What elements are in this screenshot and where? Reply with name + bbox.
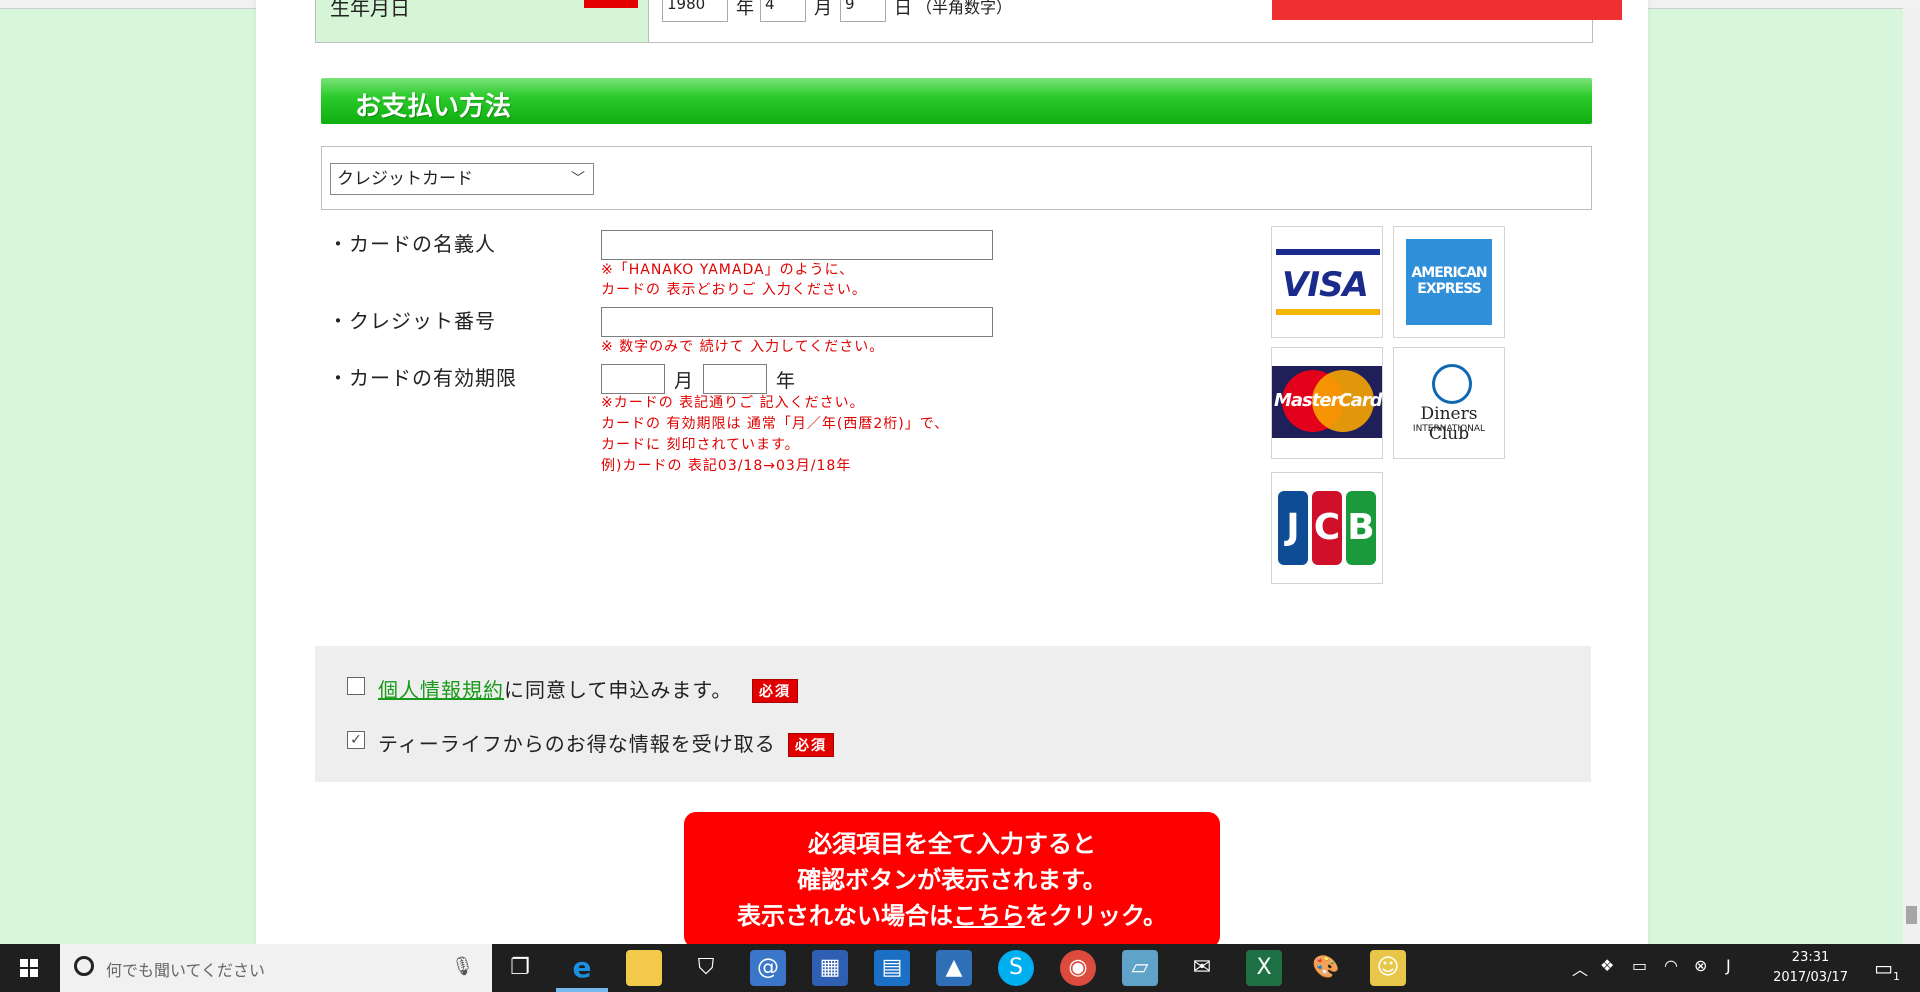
calculator-icon[interactable]: ▦ — [812, 950, 848, 986]
payment-method-value: クレジットカード — [337, 169, 473, 189]
scrollbar-thumb[interactable] — [1906, 906, 1917, 924]
start-button[interactable] — [0, 944, 60, 992]
expiry-hint-4: 例)カードの 表記03/18→03月/18年 — [601, 458, 852, 474]
payment-section-header: お支払い方法 — [321, 78, 1592, 124]
page-content — [256, 0, 1648, 944]
privacy-policy-link[interactable]: 個人情報規約 — [378, 678, 504, 702]
chrome-icon[interactable]: ◉ — [1060, 950, 1096, 986]
birth-year-input[interactable]: 1980 — [662, 0, 728, 22]
expiry-year-input[interactable] — [703, 364, 767, 394]
notification-center-icon[interactable]: ▭1 — [1874, 956, 1900, 983]
wifi-icon[interactable]: ◠ — [1664, 956, 1678, 975]
privacy-agree-checkbox[interactable] — [347, 677, 365, 695]
birth-day-unit: 日 — [894, 0, 912, 19]
chevron-down-icon: ﹀ — [571, 171, 585, 187]
store-icon[interactable]: ⛉ — [688, 950, 724, 986]
expiry-month-input[interactable] — [601, 364, 665, 394]
expiry-hint-2: カードの 有効期限は 通常「月／年(西暦2桁)」で、 — [601, 416, 950, 432]
photos-app-icon[interactable]: ▲ — [936, 950, 972, 986]
taskbar-search[interactable]: 何でも聞いてください 🎙 — [60, 944, 492, 992]
agreement-panel — [315, 646, 1591, 782]
dropbox-icon[interactable]: ❖ — [1600, 956, 1614, 975]
expiry-year-unit: 年 — [776, 370, 796, 392]
jcb-logo: J C B — [1271, 472, 1383, 584]
submit-notice-line-2: 確認ボタンが表示されます。 — [797, 866, 1107, 894]
submit-notice-line-1: 必須項目を全て入力すると — [808, 830, 1096, 858]
news-app-icon[interactable]: ▤ — [874, 950, 910, 986]
excel-icon[interactable]: X — [1246, 950, 1282, 986]
tray-overflow-icon[interactable]: ︿ — [1572, 956, 1588, 980]
microphone-icon[interactable]: 🎙 — [451, 956, 474, 977]
card-expiry-label: ・カードの有効期限 — [328, 366, 517, 390]
mastercard-logo: MasterCard — [1271, 347, 1383, 459]
file-explorer-icon[interactable] — [626, 950, 662, 986]
privacy-agree-text: 個人情報規約に同意して申込みます。 — [378, 678, 733, 702]
newsletter-text: ティーライフからのお得な情報を受け取る — [378, 732, 776, 756]
mail-app-icon[interactable]: @ — [750, 950, 786, 986]
ime-icon[interactable]: J — [1726, 956, 1731, 975]
diners-club-logo: Diners Club INTERNATIONAL — [1393, 347, 1505, 459]
payment-section-title: お支払い方法 — [355, 92, 512, 122]
clock-date: 2017/03/17 — [1773, 970, 1848, 985]
birth-day-select[interactable]: 9 — [840, 0, 886, 22]
required-badge-partial — [584, 0, 638, 8]
notification-count: 1 — [1893, 970, 1900, 983]
skype-icon[interactable]: S — [998, 950, 1034, 986]
taskbar-search-placeholder: 何でも聞いてください — [106, 961, 266, 980]
card-number-label: ・クレジット番号 — [328, 309, 496, 333]
amex-logo: AMERICAN EXPRESS — [1393, 226, 1505, 338]
birth-year-unit: 年 — [736, 0, 754, 19]
payment-method-box: クレジットカード ﹀ — [321, 146, 1592, 210]
red-banner-partial — [1272, 0, 1622, 20]
payment-method-select[interactable]: クレジットカード ﹀ — [330, 163, 594, 195]
click-here-link[interactable]: こちら — [953, 902, 1025, 930]
notes-app-icon[interactable]: ▱ — [1122, 950, 1158, 986]
volume-muted-icon[interactable]: ⊗ — [1694, 956, 1707, 975]
card-holder-hint-2: カードの 表示どおりご 入力ください。 — [601, 282, 867, 298]
card-holder-label: ・カードの名義人 — [328, 232, 496, 256]
clock-time: 23:31 — [1791, 950, 1830, 965]
card-holder-hint-1: ※「HANAKO YAMADA」のように、 — [601, 262, 855, 278]
card-number-input[interactable] — [601, 307, 993, 337]
windows-logo-icon — [20, 959, 38, 977]
expiry-hint-3: カードに 刻印されています。 — [601, 437, 800, 453]
mail-envelope-icon[interactable]: ✉ — [1184, 950, 1220, 986]
newsletter-checkbox[interactable]: ✓ — [347, 731, 365, 749]
visa-logo: VISA — [1271, 226, 1383, 338]
expiry-hint-1: ※カードの 表記通りご 記入ください。 — [601, 395, 865, 411]
edge-browser-icon[interactable]: e — [564, 950, 600, 986]
task-view-icon[interactable]: ❐ — [502, 950, 538, 986]
required-badge-privacy: 必須 — [752, 679, 798, 703]
birthdate-row: 生年月日 1980 年 4 月 9 日 （半角数字） — [315, 0, 1622, 43]
card-holder-input[interactable] — [601, 230, 993, 260]
required-badge-newsletter: 必須 — [788, 733, 834, 757]
active-app-indicator — [556, 988, 608, 992]
vertical-scrollbar[interactable] — [1903, 8, 1920, 944]
checkmark-icon: ✓ — [350, 732, 362, 748]
paint-icon[interactable]: 🎨 — [1308, 950, 1344, 986]
birth-month-select[interactable]: 4 — [760, 0, 806, 22]
birth-month-unit: 月 — [814, 0, 832, 19]
windows-taskbar: 何でも聞いてください 🎙 ❐ e ⛉ @ ▦ ▤ ▲ S ◉ ▱ ✉ X 🎨 ☺… — [0, 944, 1920, 992]
card-number-hint: ※ 数字のみで 続けて 入力してください。 — [601, 339, 885, 355]
birth-note: （半角数字） — [916, 0, 1013, 17]
birthdate-label-cell: 生年月日 — [316, 0, 649, 42]
expiry-month-unit: 月 — [674, 370, 694, 392]
cortana-icon — [74, 956, 94, 976]
submit-notice-line-3: 表示されない場合はこちらをクリック。 — [736, 902, 1168, 930]
birthdate-label: 生年月日 — [330, 0, 410, 20]
battery-icon[interactable]: ▭ — [1632, 956, 1647, 975]
taskbar-clock[interactable]: 23:31 2017/03/17 — [1773, 948, 1848, 988]
user-app-icon[interactable]: ☺ — [1370, 950, 1406, 986]
submit-notice-panel: 必須項目を全て入力すると 確認ボタンが表示されます。 表示されない場合はこちらを… — [684, 812, 1220, 948]
